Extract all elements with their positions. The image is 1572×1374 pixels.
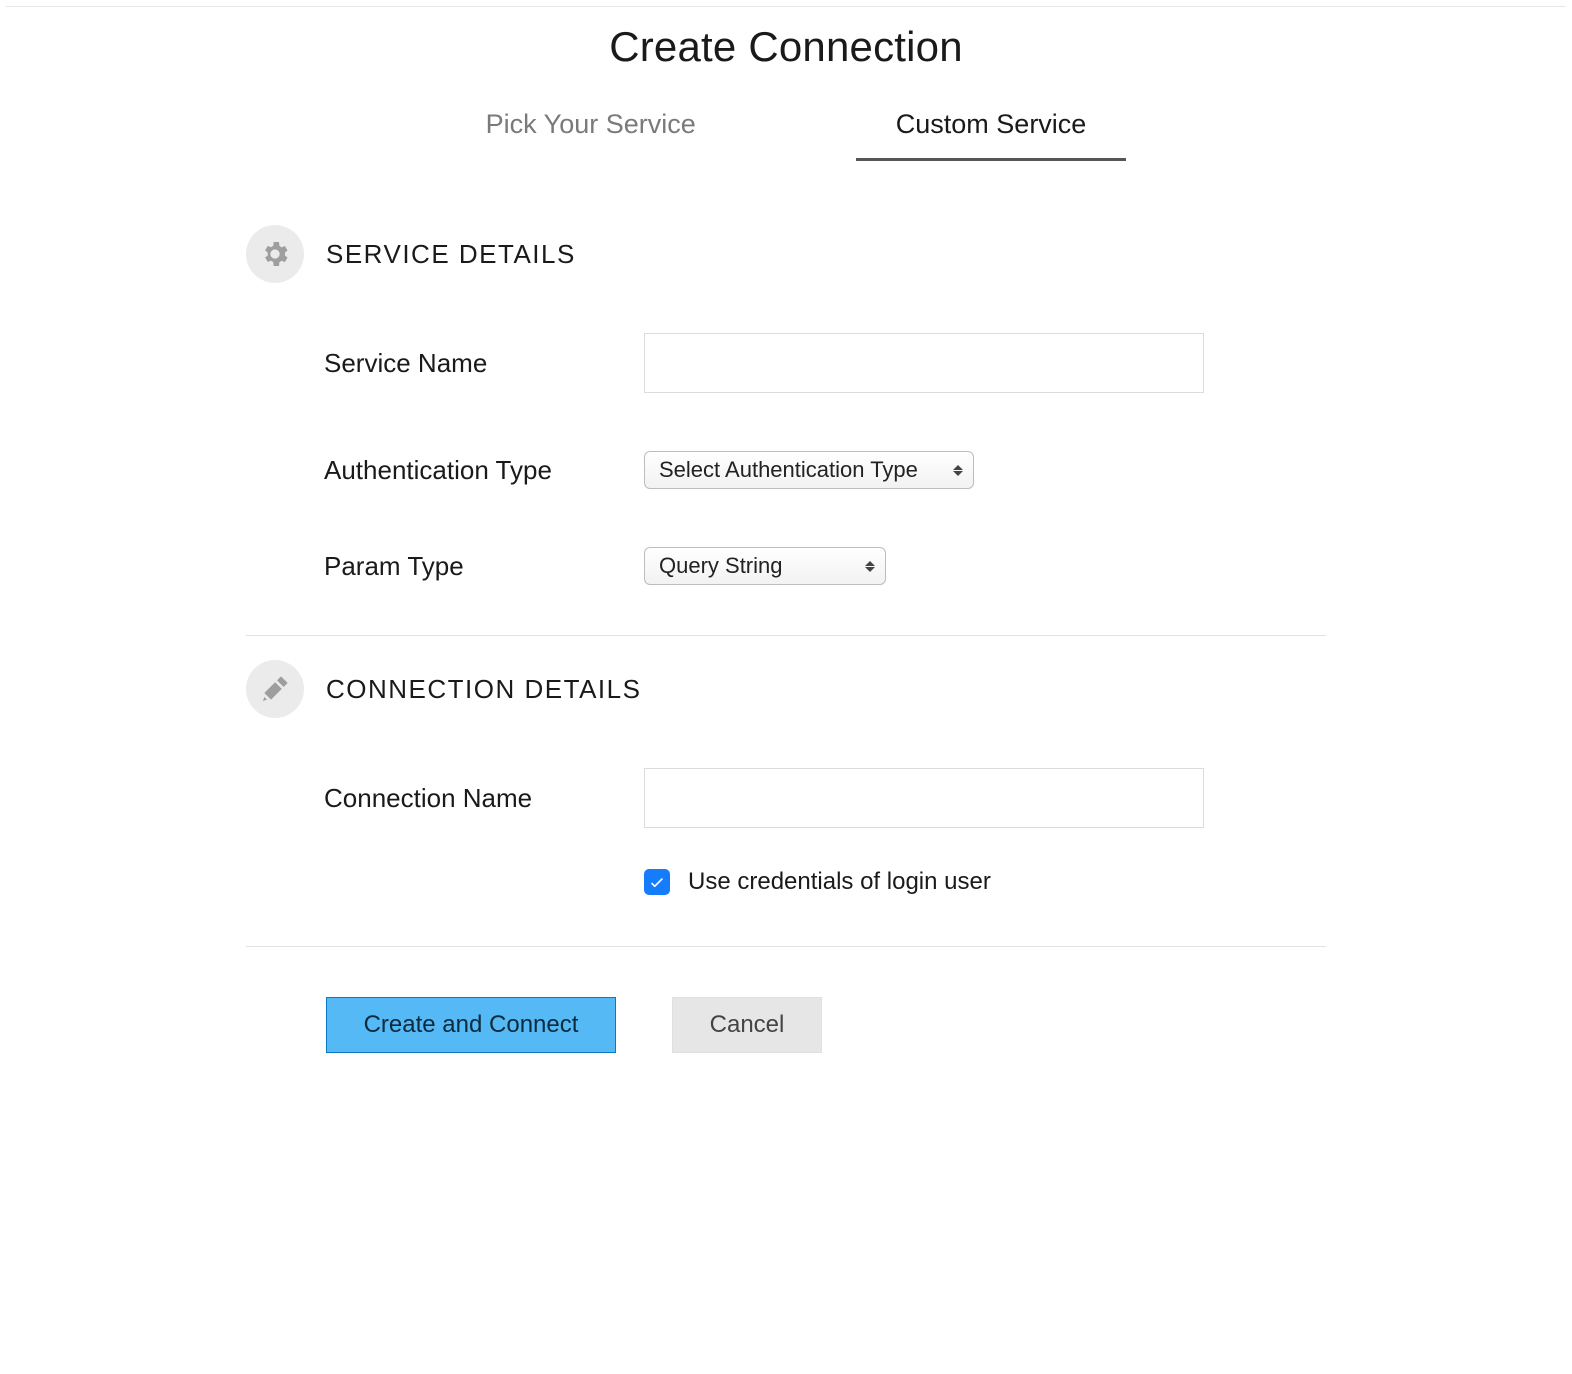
input-service-name[interactable] xyxy=(644,333,1204,393)
select-param-type[interactable]: Query String xyxy=(644,547,886,585)
section-connection-details: CONNECTION DETAILS Connection Name Use c… xyxy=(246,636,1326,946)
label-param-type: Param Type xyxy=(324,551,644,582)
input-connection-name[interactable] xyxy=(644,768,1204,828)
label-service-name: Service Name xyxy=(324,348,644,379)
section-heading-service: SERVICE DETAILS xyxy=(326,239,576,270)
label-auth-type: Authentication Type xyxy=(324,455,644,486)
chevron-updown-icon xyxy=(953,465,963,476)
label-use-credentials: Use credentials of login user xyxy=(688,868,991,896)
create-and-connect-button[interactable]: Create and Connect xyxy=(326,997,616,1053)
select-authentication-type[interactable]: Select Authentication Type xyxy=(644,451,974,489)
select-authentication-type-value: Select Authentication Type xyxy=(659,457,918,483)
checkbox-use-credentials[interactable] xyxy=(644,869,670,895)
tabs: Pick Your Service Custom Service xyxy=(0,101,1572,161)
plug-icon xyxy=(246,660,304,718)
section-heading-connection: CONNECTION DETAILS xyxy=(326,674,641,705)
select-param-type-value: Query String xyxy=(659,553,783,579)
check-icon xyxy=(648,873,666,891)
tab-pick-your-service[interactable]: Pick Your Service xyxy=(446,101,736,161)
cancel-button[interactable]: Cancel xyxy=(672,997,822,1053)
chevron-updown-icon xyxy=(865,561,875,572)
label-connection-name: Connection Name xyxy=(324,783,644,814)
tab-custom-service[interactable]: Custom Service xyxy=(856,101,1127,161)
section-service-details: SERVICE DETAILS Service Name Authenticat… xyxy=(246,201,1326,635)
page-title: Create Connection xyxy=(0,23,1572,71)
gears-icon xyxy=(246,225,304,283)
